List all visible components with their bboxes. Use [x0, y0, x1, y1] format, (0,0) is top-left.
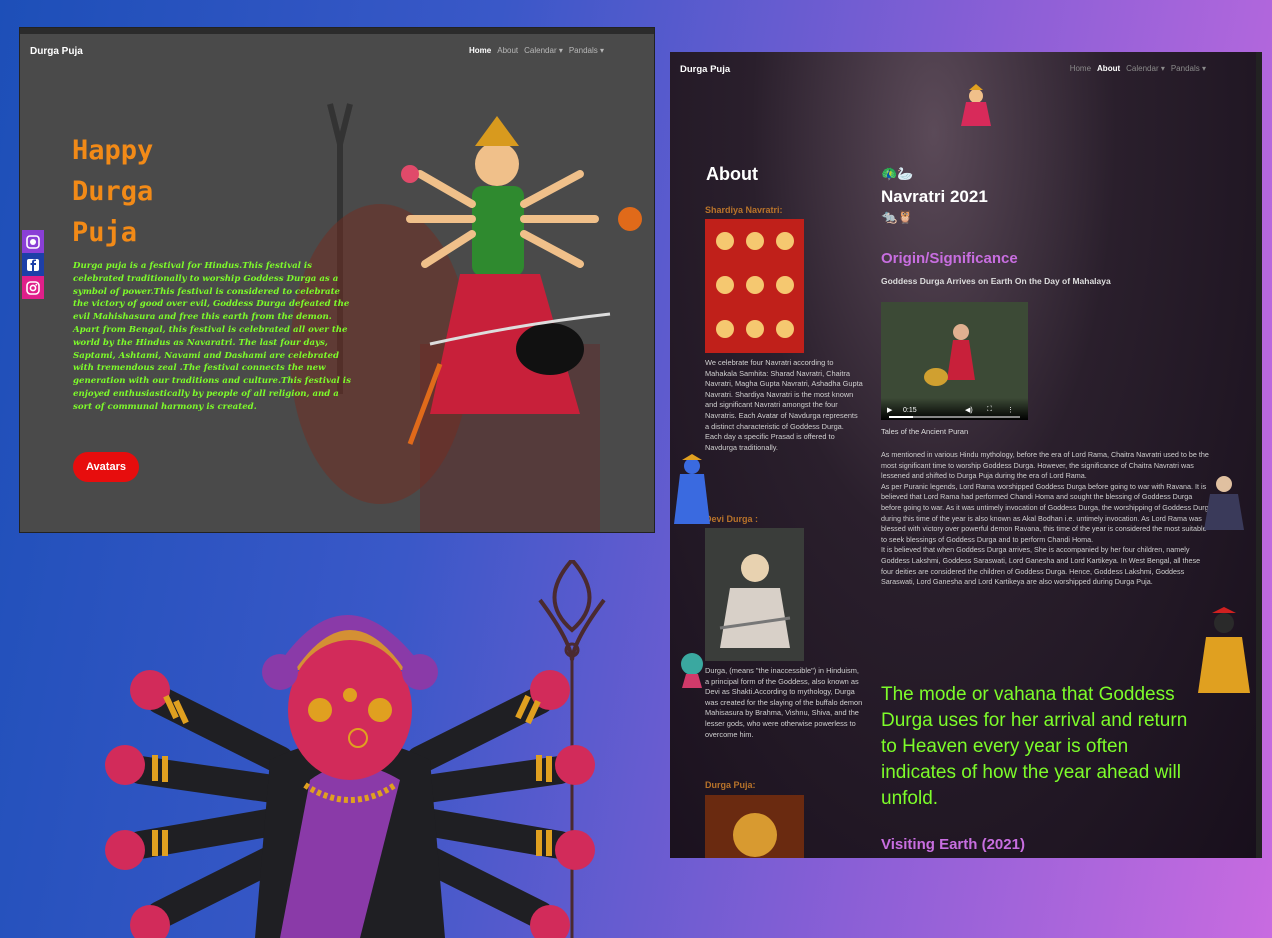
- devi-durga-heading: Devi Durga :: [705, 514, 759, 524]
- shardiya-heading: Shardiya Navratri:: [705, 205, 783, 215]
- avatars-button[interactable]: Avatars: [73, 452, 139, 482]
- hero-title-line-3: Puja: [72, 217, 138, 248]
- hero-title: Happy Durga Puja: [72, 130, 202, 253]
- nav-calendar[interactable]: Calendar ▾: [1126, 64, 1165, 73]
- video-controls: ▶ 0:15 ◀) ⛶ ⋮: [881, 398, 1028, 420]
- navbar-brand[interactable]: Durga Puja: [680, 64, 730, 75]
- github-icon[interactable]: [22, 230, 44, 253]
- nav-about[interactable]: About: [497, 46, 518, 55]
- navratri-title: Navratri 2021: [881, 187, 988, 206]
- mouse-owl-icon: 🐀🦉: [881, 209, 914, 224]
- hero-description: Durga puja is a festival for Hindus.This…: [73, 260, 358, 414]
- video-progress-bar[interactable]: [889, 416, 1020, 418]
- hero-title-line-2: Durga: [72, 176, 154, 207]
- origin-paragraph-2: As per Puranic legends, Lord Rama worshi…: [881, 481, 1213, 544]
- vahana-text: The mode or vahana that Goddess Durga us…: [881, 684, 1188, 809]
- shardiya-text: We celebrate four Navratri according to …: [705, 358, 863, 453]
- shardiya-paragraph-1: We celebrate four Navratri according to …: [705, 358, 863, 431]
- fullscreen-icon[interactable]: ⛶: [987, 406, 992, 414]
- kali-illustration: [105, 560, 606, 938]
- origin-body: As mentioned in various Hindu mythology,…: [881, 450, 1214, 588]
- home-page-screenshot: Durga Puja Home About Calendar ▾ Pandals…: [20, 28, 654, 532]
- nav-about[interactable]: About: [1097, 64, 1120, 73]
- nav-links: Home About Calendar ▾ Pandals ▾: [469, 46, 604, 55]
- origin-paragraph-1: As mentioned in various Hindu mythology,…: [881, 450, 1209, 481]
- more-options-icon[interactable]: ⋮: [1007, 406, 1014, 414]
- nav-home[interactable]: Home: [1070, 64, 1091, 73]
- shardiya-paragraph-2: Each day a specific Prasad is offered to…: [705, 432, 835, 452]
- devi-durga-text: Durga, (means "the inaccessible") in Hin…: [705, 666, 863, 739]
- nav-home[interactable]: Home: [469, 46, 491, 55]
- nav-pandals[interactable]: Pandals ▾: [569, 46, 604, 55]
- nav-pandals[interactable]: Pandals ▾: [1171, 64, 1206, 73]
- deity-icon: [961, 84, 991, 126]
- navbar-brand[interactable]: Durga Puja: [30, 46, 83, 57]
- facebook-icon[interactable]: [22, 253, 44, 276]
- arrives-text: Goddess Durga Arrives on Earth On the Da…: [881, 276, 1111, 286]
- instagram-icon[interactable]: [22, 276, 44, 299]
- about-heading: About: [706, 164, 758, 184]
- origin-paragraph-3: It is believed that when Goddess Durga a…: [881, 545, 1201, 587]
- nav-calendar[interactable]: Calendar ▾: [524, 46, 563, 55]
- krishna-icon: [674, 454, 710, 524]
- hero-title-line-1: Happy: [72, 135, 154, 166]
- about-page-screenshot: Durga Puja Home About Calendar ▾ Pandals…: [670, 52, 1262, 858]
- origin-heading: Origin/Significance: [881, 250, 1018, 267]
- video-player[interactable]: ▶ 0:15 ◀) ⛶ ⋮: [881, 302, 1028, 420]
- play-icon[interactable]: ▶: [887, 406, 892, 414]
- volume-icon[interactable]: ◀): [965, 406, 973, 414]
- ganesha-icon: [681, 653, 703, 688]
- navbar: Durga Puja Home About Calendar ▾ Pandals…: [20, 34, 654, 68]
- nav-links: Home About Calendar ▾ Pandals ▾: [1070, 64, 1206, 73]
- saraswati-icon: [1204, 476, 1244, 530]
- video-caption: Tales of the Ancient Puran: [881, 427, 969, 436]
- social-sidebar: [22, 230, 44, 299]
- hero-paragraph-2: Apart from Bengal, this festival is cele…: [73, 324, 351, 412]
- kartikeya-icon: [1198, 607, 1250, 693]
- hero-paragraph-1: Durga puja is a festival for Hindus.This…: [73, 261, 350, 323]
- devi-durga-image: [705, 528, 804, 661]
- visiting-earth-heading: Visiting Earth (2021): [881, 836, 1025, 853]
- video-time: 0:15: [903, 407, 917, 414]
- durga-puja-heading: Durga Puja:: [705, 780, 756, 790]
- durga-puja-image: [705, 795, 804, 858]
- navdurga-image: [705, 219, 804, 353]
- peacock-swan-icon: 🦚🦢: [881, 166, 914, 181]
- video-progress-fill: [889, 416, 913, 418]
